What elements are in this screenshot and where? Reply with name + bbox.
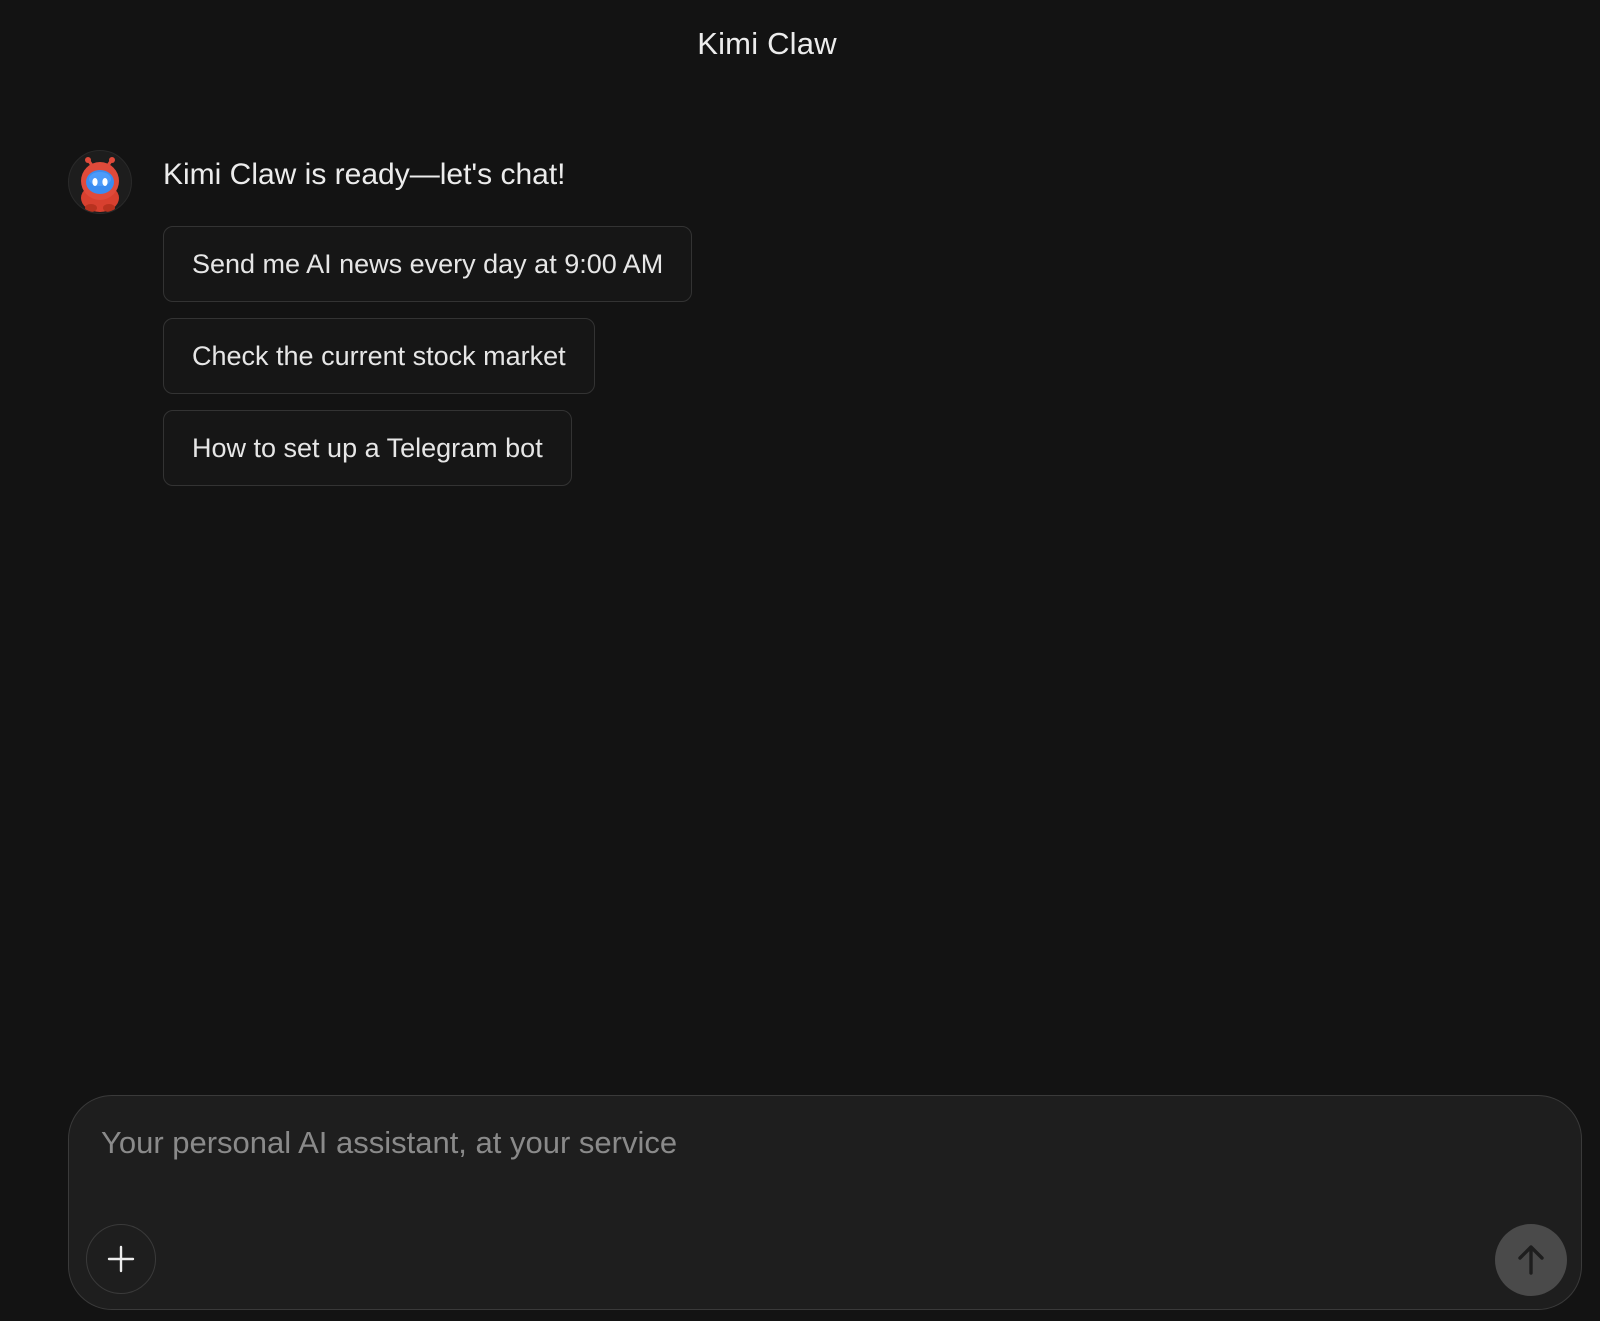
message-composer xyxy=(68,1095,1582,1310)
arrow-up-icon xyxy=(1518,1245,1544,1275)
robot-mascot-icon xyxy=(81,157,119,212)
suggestion-chip-telegram-bot[interactable]: How to set up a Telegram bot xyxy=(163,410,572,486)
add-attachment-button[interactable] xyxy=(86,1224,156,1294)
chat-page: Kimi Claw Kimi Claw is ready—let's chat!… xyxy=(0,0,1600,1325)
suggestion-chip-stock-market[interactable]: Check the current stock market xyxy=(163,318,595,394)
avatar xyxy=(68,150,132,214)
suggestion-chip-ai-news[interactable]: Send me AI news every day at 9:00 AM xyxy=(163,226,693,302)
greeting-text: Kimi Claw is ready—let's chat! xyxy=(163,158,566,191)
page-title: Kimi Claw xyxy=(697,26,837,61)
window-bottom-edge xyxy=(0,1321,1600,1325)
plus-icon xyxy=(107,1245,135,1273)
suggestion-list: Send me AI news every day at 9:00 AM Che… xyxy=(163,226,693,502)
send-button[interactable] xyxy=(1495,1224,1567,1296)
message-input[interactable] xyxy=(101,1118,1501,1168)
